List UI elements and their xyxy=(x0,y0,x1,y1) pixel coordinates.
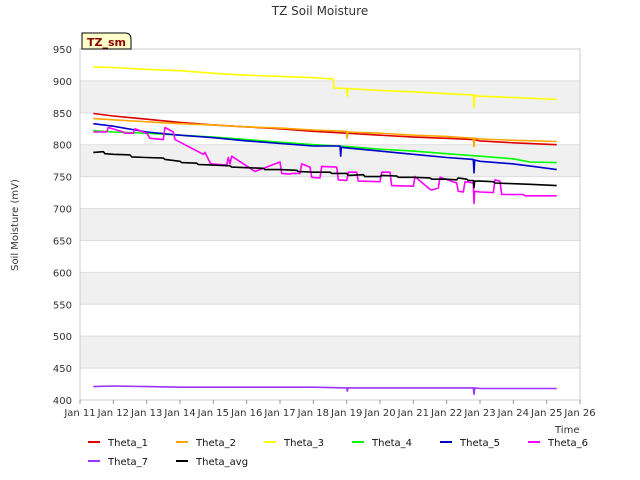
background-band xyxy=(80,49,580,81)
x-tick-label: Jan 26 xyxy=(563,408,595,419)
y-tick-label: 850 xyxy=(53,109,72,120)
background-bands xyxy=(80,49,580,400)
y-tick-label: 550 xyxy=(53,300,72,311)
y-tick-label: 450 xyxy=(53,364,72,375)
x-tick-label: Jan 18 xyxy=(297,408,329,419)
legend-item-theta-3: Theta_3 xyxy=(264,438,324,449)
y-tick-label: 950 xyxy=(53,45,72,56)
legend-item-theta-4: Theta_4 xyxy=(352,438,412,449)
x-tick-label: Jan 11 xyxy=(63,408,95,419)
chart: 400 450 500 550 600 650 700 750 800 850 900 950 Jan… xyxy=(0,0,640,480)
x-tick-label: Jan 23 xyxy=(463,408,495,419)
x-tick-label: Jan 12 xyxy=(97,408,129,419)
y-axis-ticks: 400 450 500 550 600 650 700 750 800 850 900 950 xyxy=(53,45,72,407)
x-axis-title: Time xyxy=(554,425,579,436)
legend-label: Theta_2 xyxy=(195,438,236,449)
legend-item-theta-1: Theta_1 xyxy=(88,438,148,449)
y-tick-label: 900 xyxy=(53,77,72,88)
background-band xyxy=(80,208,580,241)
legend-item-theta-7: Theta_7 xyxy=(88,457,148,468)
y-tick-label: 700 xyxy=(53,205,72,216)
background-band xyxy=(80,176,580,209)
legend-item-theta-6: Theta_6 xyxy=(528,438,588,449)
legend-label: Theta_3 xyxy=(283,438,324,449)
background-band xyxy=(80,304,580,337)
y-tick-label: 400 xyxy=(53,396,72,407)
x-tick-label: Jan 22 xyxy=(430,408,462,419)
y-tick-label: 650 xyxy=(53,236,72,247)
legend-item-theta-5: Theta_5 xyxy=(440,438,500,449)
x-tick-label: Jan 25 xyxy=(530,408,562,419)
x-tick-label: Jan 16 xyxy=(230,408,262,419)
site-label-box: TZ_sm xyxy=(81,32,132,50)
x-tick-label: Jan 17 xyxy=(263,408,295,419)
x-tick-label: Jan 21 xyxy=(397,408,429,419)
legend: Theta_1 Theta_2 Theta_3 Theta_4 Theta_5 Theta… xyxy=(88,438,588,468)
background-band xyxy=(80,272,580,305)
legend-label: Theta_6 xyxy=(547,438,588,449)
legend-item-theta-2: Theta_2 xyxy=(176,438,236,449)
background-band xyxy=(80,336,580,369)
x-tick-label: Jan 14 xyxy=(163,408,195,419)
y-axis-title: Soil Moisture (mV) xyxy=(10,179,21,271)
legend-label: Theta_avg xyxy=(195,457,248,468)
chart-title: TZ Soil Moisture xyxy=(271,4,368,18)
x-tick-label: Jan 24 xyxy=(497,408,529,419)
y-tick-label: 750 xyxy=(53,173,72,184)
y-tick-label: 600 xyxy=(53,268,72,279)
background-band xyxy=(80,240,580,273)
x-axis-ticks: Jan 11 Jan 12 Jan 13 Jan 14 Jan 15 Jan 16 Jan … xyxy=(63,400,596,419)
x-tick-label: Jan 20 xyxy=(363,408,395,419)
legend-label: Theta_5 xyxy=(459,438,500,449)
legend-label: Theta_1 xyxy=(107,438,148,449)
legend-item-theta-avg: Theta_avg xyxy=(176,457,248,468)
legend-label: Theta_4 xyxy=(371,438,412,449)
background-band xyxy=(80,368,580,400)
x-tick-label: Jan 19 xyxy=(330,408,362,419)
x-tick-label: Jan 15 xyxy=(197,408,229,419)
x-tick-label: Jan 13 xyxy=(130,408,162,419)
legend-label: Theta_7 xyxy=(107,457,148,468)
chart-canvas: 400 450 500 550 600 650 700 750 800 850 900 950 Jan… xyxy=(10,4,596,468)
y-tick-label: 500 xyxy=(53,332,72,343)
y-tick-label: 800 xyxy=(53,141,72,152)
site-label: TZ_sm xyxy=(87,36,126,49)
